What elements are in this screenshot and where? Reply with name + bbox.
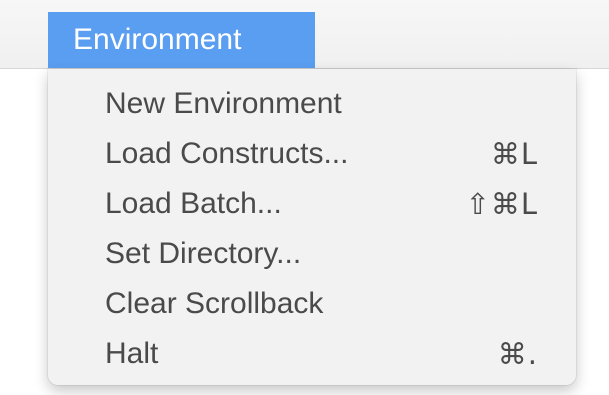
menu-item-label: Halt — [105, 337, 159, 370]
menu-item-new-environment[interactable]: New Environment — [48, 79, 576, 129]
menu-bar: Environment — [0, 0, 609, 69]
menu-item-clear-scrollback[interactable]: Clear Scrollback — [48, 279, 576, 329]
menu-item-load-batch[interactable]: Load Batch... ⇧⌘L — [48, 179, 576, 229]
menu-item-shortcut: ⇧⌘L — [465, 187, 538, 221]
menu-item-label: Load Constructs... — [105, 137, 349, 170]
menu-item-shortcut: ⌘L — [490, 137, 538, 171]
menu-item-set-directory[interactable]: Set Directory... — [48, 229, 576, 279]
menu-item-load-constructs[interactable]: Load Constructs... ⌘L — [48, 129, 576, 179]
menu-item-label: Load Batch... — [105, 187, 282, 220]
environment-dropdown-menu: New Environment Load Constructs... ⌘L Lo… — [48, 69, 576, 385]
menu-item-label: Set Directory... — [105, 237, 302, 270]
menu-item-label: New Environment — [105, 87, 342, 120]
menu-item-label: Clear Scrollback — [105, 287, 324, 320]
menu-item-shortcut: ⌘. — [497, 337, 538, 371]
menu-item-halt[interactable]: Halt ⌘. — [48, 329, 576, 379]
environment-menu[interactable]: Environment — [48, 12, 315, 68]
